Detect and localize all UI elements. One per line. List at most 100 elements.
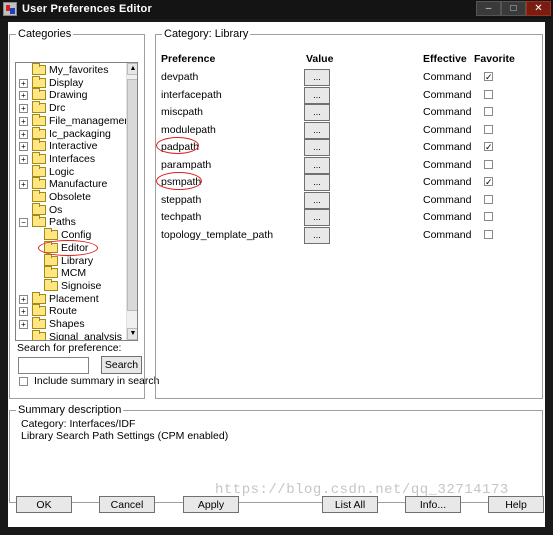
favorite-checkbox[interactable] <box>484 212 493 221</box>
tree-item[interactable]: + Interactive <box>16 139 126 153</box>
favorite-checkbox[interactable] <box>484 107 493 116</box>
folder-icon <box>32 75 46 88</box>
folder-icon <box>32 101 46 114</box>
expand-icon[interactable]: + <box>19 91 28 101</box>
tree-item-label: Logic <box>49 165 75 178</box>
preference-row: interfacepath... Command <box>156 86 526 104</box>
dialog-client: Categories Signal_analysis + Shapes + Route +… <box>8 22 545 527</box>
expand-icon[interactable]: + <box>19 154 28 164</box>
tree-item[interactable]: Signal_analysis <box>16 329 126 340</box>
cancel-button[interactable]: Cancel <box>99 496 155 513</box>
tree-item[interactable]: + Display <box>16 75 126 90</box>
apply-button[interactable]: Apply <box>183 496 239 513</box>
value-browse-button[interactable]: ... <box>304 139 330 156</box>
tree-item[interactable]: Logic <box>16 164 126 179</box>
tree-item-label: Drawing <box>49 89 88 102</box>
tree-item-label: Manufacture <box>49 178 108 191</box>
tree-scrollbar[interactable]: ▲ ▼ <box>126 63 137 340</box>
minimize-button[interactable]: – <box>476 1 501 16</box>
effective-value: Command <box>423 141 472 153</box>
app-icon <box>3 2 17 16</box>
tree-item[interactable]: Library <box>16 253 126 268</box>
tree-item[interactable]: + Drawing <box>16 88 126 102</box>
value-browse-button[interactable]: ... <box>304 226 330 244</box>
search-input[interactable] <box>18 357 89 374</box>
tree-item[interactable]: + Route <box>16 304 126 318</box>
effective-value: Command <box>423 193 472 206</box>
preference-name: techpath <box>161 211 202 223</box>
category-tree[interactable]: Signal_analysis + Shapes + Route + Placement Si… <box>15 62 138 341</box>
scroll-down-icon[interactable]: ▼ <box>127 328 137 340</box>
tree-item[interactable]: MCM <box>16 266 126 280</box>
tree-item[interactable]: + Shapes <box>16 317 126 331</box>
scroll-thumb[interactable] <box>127 79 137 311</box>
expand-icon[interactable]: + <box>19 129 28 139</box>
preference-row: topology_template_path... Command <box>156 226 526 244</box>
tree-item-label: My_favorites <box>49 64 109 76</box>
tree-item[interactable]: − Paths <box>16 215 126 229</box>
include-summary-checkbox[interactable] <box>19 377 28 386</box>
favorite-checkbox[interactable] <box>484 229 493 239</box>
favorite-checkbox[interactable]: ✓ <box>484 177 493 187</box>
expand-icon[interactable]: + <box>19 320 28 329</box>
tree-item-label: Interactive <box>49 140 98 153</box>
folder-icon <box>32 113 46 126</box>
favorite-checkbox[interactable] <box>484 159 493 169</box>
favorite-checkbox[interactable]: ✓ <box>484 72 493 82</box>
effective-value: Command <box>423 228 472 241</box>
folder-icon <box>32 151 46 164</box>
collapse-icon[interactable]: − <box>19 218 28 228</box>
tree-item-label: Library <box>61 254 94 267</box>
value-browse-button[interactable]: ... <box>304 104 330 121</box>
scroll-up-icon[interactable]: ▲ <box>127 63 137 75</box>
expand-icon[interactable]: + <box>19 104 28 114</box>
tree-item[interactable]: My_favorites <box>16 63 126 77</box>
favorite-checkbox[interactable] <box>484 124 493 134</box>
close-button[interactable]: ✕ <box>526 1 551 16</box>
tree-item[interactable]: + Ic_packaging <box>16 126 126 141</box>
preference-name: miscpath <box>161 106 204 118</box>
folder-icon <box>32 177 46 190</box>
list-all-button[interactable]: List All <box>322 496 378 513</box>
tree-item-label: Obsolete <box>49 191 92 203</box>
value-browse-button[interactable]: ... <box>304 69 330 86</box>
tree-item[interactable]: + Manufacture <box>16 177 126 191</box>
tree-item[interactable]: + Placement <box>16 291 126 306</box>
expand-icon[interactable]: + <box>19 294 28 304</box>
favorite-checkbox[interactable]: ✓ <box>484 142 493 152</box>
search-button[interactable]: Search <box>101 356 142 374</box>
tree-item[interactable]: + Interfaces <box>16 151 126 166</box>
value-browse-button[interactable]: ... <box>304 121 330 139</box>
tree-item[interactable]: Obsolete <box>16 190 126 204</box>
folder-icon <box>32 190 46 202</box>
value-browse-button[interactable]: ... <box>304 156 330 174</box>
window-title: User Preferences Editor <box>22 3 152 15</box>
help-button[interactable]: Help <box>488 496 544 513</box>
preference-row: padpath... Command ✓ <box>156 139 526 156</box>
ok-button[interactable]: OK <box>16 496 72 513</box>
expand-icon[interactable]: + <box>19 180 28 190</box>
tree-item[interactable]: Signoise <box>16 278 126 293</box>
value-browse-button[interactable]: ... <box>304 209 330 226</box>
info-button[interactable]: Info... <box>405 496 461 513</box>
favorite-checkbox[interactable] <box>484 89 493 99</box>
preference-name: parampath <box>161 158 212 171</box>
value-browse-button[interactable]: ... <box>304 174 330 191</box>
value-browse-button[interactable]: ... <box>304 191 330 209</box>
effective-value: Command <box>423 123 472 136</box>
preference-row: techpath... Command <box>156 209 526 226</box>
tree-item[interactable]: Os <box>16 202 126 217</box>
preference-name: interfacepath <box>161 88 222 101</box>
folder-icon <box>32 88 46 101</box>
expand-icon[interactable]: + <box>19 307 28 317</box>
favorite-checkbox[interactable] <box>484 194 493 204</box>
effective-value: Command <box>423 176 472 188</box>
expand-icon[interactable]: + <box>19 78 28 88</box>
title-bar[interactable]: User Preferences Editor – □ ✕ <box>0 0 553 19</box>
maximize-button[interactable]: □ <box>501 1 526 16</box>
expand-icon[interactable]: + <box>19 142 28 152</box>
expand-icon[interactable]: + <box>19 116 28 126</box>
tree-item[interactable]: + File_management <box>16 113 133 128</box>
tree-item[interactable]: + Drc <box>16 101 126 115</box>
value-browse-button[interactable]: ... <box>304 86 330 104</box>
